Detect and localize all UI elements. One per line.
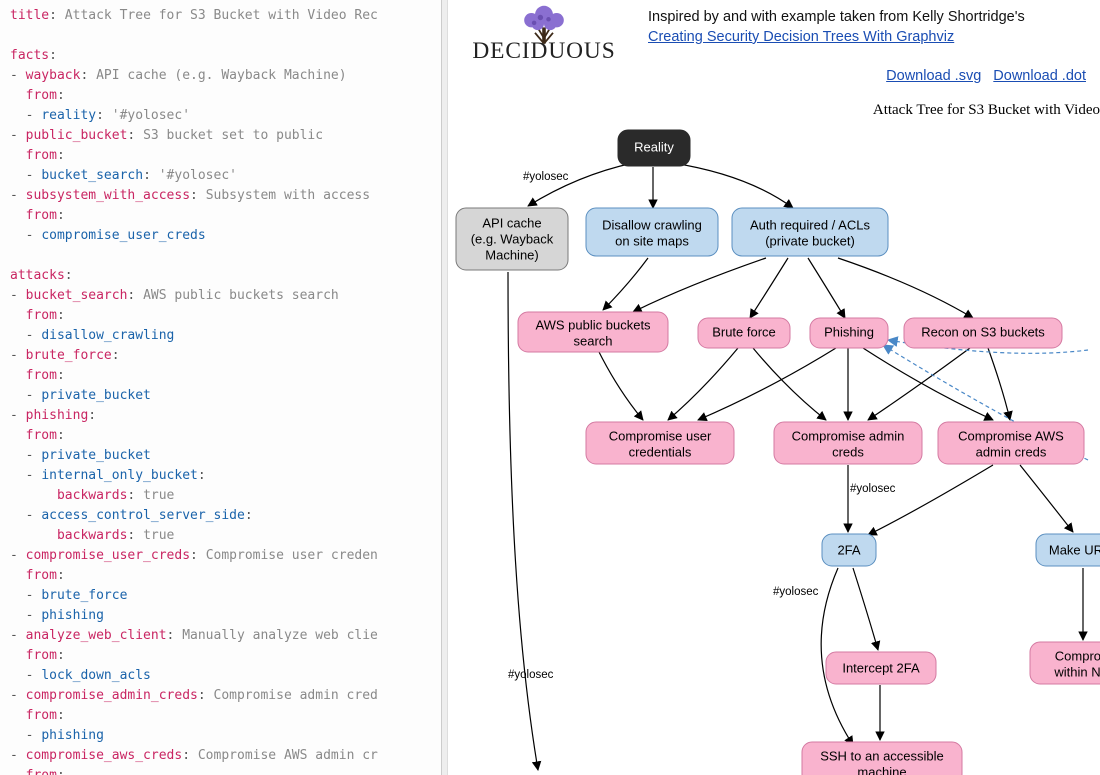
graph-pane: DECIDUOUS Inspired by and with example t… — [448, 0, 1100, 775]
svg-text:#yolosec: #yolosec — [773, 586, 819, 598]
node-two-fa[interactable]: 2FA — [822, 534, 876, 566]
node-intercept-2fa[interactable]: Intercept 2FA — [826, 652, 936, 684]
credit-link[interactable]: Creating Security Decision Trees With Gr… — [648, 29, 954, 45]
svg-text:Reality: Reality — [634, 139, 674, 154]
download-svg-link[interactable]: Download .svg — [886, 68, 981, 84]
svg-text:#yolosec: #yolosec — [850, 483, 896, 495]
credit-text: Inspired by and with example taken from … — [648, 8, 1025, 47]
node-ssh[interactable]: SSH to an accessible machine — [802, 742, 962, 775]
svg-text:Disallow crawling: Disallow crawling — [602, 217, 702, 232]
svg-text:Compromise user: Compromise user — [609, 428, 712, 443]
svg-text:creds: creds — [832, 444, 864, 459]
node-compromise-user[interactable]: Compromise user credentials — [586, 422, 734, 464]
node-compromise-n[interactable]: Compromis within N tim — [1030, 642, 1100, 684]
graph-title: Attack Tree for S3 Bucket with Video — [873, 102, 1100, 119]
svg-text:Machine): Machine) — [485, 247, 538, 262]
svg-text:Make URL sh: Make URL sh — [1049, 542, 1100, 557]
svg-text:#yolosec: #yolosec — [523, 171, 569, 183]
node-phishing[interactable]: Phishing — [810, 318, 888, 348]
node-compromise-admin[interactable]: Compromise admin creds — [774, 422, 922, 464]
svg-text:2FA: 2FA — [837, 542, 860, 557]
svg-text:Compromis: Compromis — [1055, 648, 1100, 663]
download-dot-link[interactable]: Download .dot — [993, 68, 1086, 84]
svg-text:credentials: credentials — [629, 444, 692, 459]
download-links: Download .svg Download .dot — [878, 68, 1086, 84]
svg-text:AWS public buckets: AWS public buckets — [535, 317, 651, 332]
svg-text:Compromise AWS: Compromise AWS — [958, 428, 1064, 443]
svg-text:Phishing: Phishing — [824, 324, 874, 339]
svg-text:on site maps: on site maps — [615, 233, 689, 248]
svg-text:within N tim: within N tim — [1053, 664, 1100, 679]
svg-text:(private bucket): (private bucket) — [765, 233, 855, 248]
node-recon[interactable]: Recon on S3 buckets — [904, 318, 1062, 348]
node-disallow-crawling[interactable]: Disallow crawling on site maps — [586, 208, 718, 256]
svg-text:Recon on S3 buckets: Recon on S3 buckets — [921, 324, 1045, 339]
node-aws-public-search[interactable]: AWS public buckets search — [518, 312, 668, 352]
node-brute-force[interactable]: Brute force — [698, 318, 790, 348]
node-make-url[interactable]: Make URL sh — [1036, 534, 1100, 566]
svg-text:DECIDUOUS: DECIDUOUS — [472, 38, 615, 64]
logo: DECIDUOUS — [454, 4, 634, 67]
svg-text:Auth required / ACLs: Auth required / ACLs — [750, 217, 870, 232]
node-compromise-aws[interactable]: Compromise AWS admin creds — [938, 422, 1084, 464]
yaml-editor[interactable]: title: Attack Tree for S3 Bucket with Vi… — [0, 0, 442, 775]
svg-text:(e.g. Wayback: (e.g. Wayback — [471, 231, 554, 246]
svg-text:search: search — [573, 333, 612, 348]
svg-text:Intercept 2FA: Intercept 2FA — [842, 660, 920, 675]
node-api-cache[interactable]: API cache (e.g. Wayback Machine) — [456, 208, 568, 270]
node-auth-required[interactable]: Auth required / ACLs (private bucket) — [732, 208, 888, 256]
header: DECIDUOUS Inspired by and with example t… — [448, 0, 1100, 73]
svg-text:Brute force: Brute force — [712, 324, 776, 339]
svg-text:Compromise admin: Compromise admin — [792, 428, 905, 443]
svg-text:#yolosec: #yolosec — [508, 669, 554, 681]
svg-text:machine: machine — [857, 764, 906, 775]
svg-text:API cache: API cache — [482, 215, 541, 230]
svg-text:SSH to an accessible: SSH to an accessible — [820, 748, 944, 763]
svg-text:admin creds: admin creds — [976, 444, 1047, 459]
node-reality[interactable]: Reality — [618, 130, 690, 166]
